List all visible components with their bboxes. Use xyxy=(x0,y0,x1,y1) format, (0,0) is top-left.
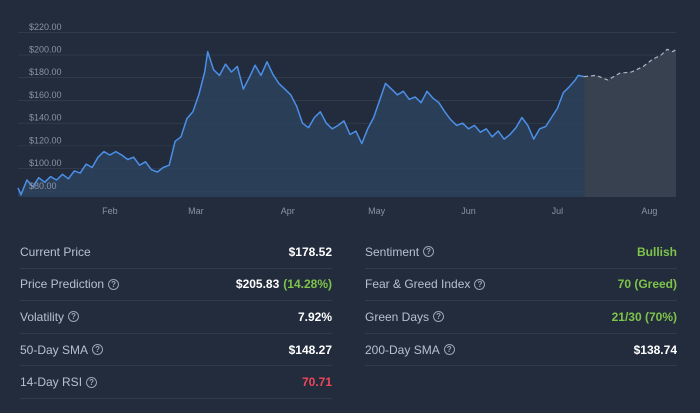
y-tick-label: $120.00 xyxy=(29,135,62,145)
help-circle-icon[interactable]: ? xyxy=(92,344,104,356)
stat-row: 200-Day SMA? $138.74 xyxy=(365,334,677,367)
stat-row: 14-Day RSI? 70.71 xyxy=(20,366,332,399)
x-tick-label: Aug xyxy=(641,206,657,216)
x-tick-label: Feb xyxy=(102,206,118,216)
stat-value-text: 21/30 (70%) xyxy=(611,309,677,324)
stats-column-left: Current Price $178.52 Price Prediction? $20… xyxy=(20,236,332,399)
stat-row: Green Days? 21/30 (70%) xyxy=(365,301,677,334)
stat-row: Sentiment? Bullish xyxy=(365,236,677,269)
stat-value-percent: (14.28%) xyxy=(283,277,332,292)
stat-row: Volatility? 7.92% xyxy=(20,301,332,334)
help-circle-icon[interactable]: ? xyxy=(443,344,455,356)
stat-label-text: Sentiment xyxy=(365,244,420,259)
y-tick-label: $220.00 xyxy=(29,22,62,32)
stat-label-text: Green Days xyxy=(365,309,430,324)
help-circle-icon[interactable]: ? xyxy=(433,311,445,323)
stat-label-text: Volatility xyxy=(20,309,65,324)
stat-value-text: Bullish xyxy=(636,244,677,259)
stat-value-text: 70.71 xyxy=(301,375,332,390)
price-area xyxy=(18,51,585,197)
stat-label: 200-Day SMA? xyxy=(365,343,455,357)
stat-row: Current Price $178.52 xyxy=(20,236,332,269)
forecast-area xyxy=(584,49,676,197)
stat-label-text: Fear & Greed Index xyxy=(365,277,471,292)
stat-value-text: $148.27 xyxy=(288,342,332,357)
x-axis-ticks: Feb Mar Apr May Jun Jul Aug xyxy=(102,206,657,216)
stat-value: $138.74 xyxy=(634,343,677,357)
stat-label-text: Price Prediction xyxy=(20,277,105,292)
stat-label-text: Current Price xyxy=(20,244,91,259)
stat-label: Price Prediction? xyxy=(20,277,120,292)
stat-value: $205.83 (14.28%) xyxy=(236,277,332,291)
y-tick-label: $160.00 xyxy=(29,90,62,100)
x-tick-label: May xyxy=(368,206,386,216)
stat-row: Price Prediction? $205.83 (14.28%) xyxy=(20,269,332,302)
x-tick-label: Apr xyxy=(281,206,295,216)
stat-value: 70.71 xyxy=(302,375,332,389)
y-tick-label: $200.00 xyxy=(29,44,62,54)
stat-value: 70 (Greed) xyxy=(618,277,677,291)
y-tick-label: $180.00 xyxy=(29,67,62,77)
stat-value-text: 7.92% xyxy=(297,309,332,324)
help-circle-icon[interactable]: ? xyxy=(108,278,120,290)
stat-label: Green Days? xyxy=(365,309,445,324)
y-axis-ticks: $80.00 $100.00 $120.00 $140.00 $160.00 $180.0… xyxy=(29,22,62,191)
stat-label: Fear & Greed Index? xyxy=(365,277,486,292)
y-tick-label: $140.00 xyxy=(29,113,62,123)
stat-label-text: 200-Day SMA xyxy=(365,342,440,357)
stats-column-right: Sentiment? Bullish Fear & Greed Index? 70 (… xyxy=(365,236,677,367)
y-tick-label: $100.00 xyxy=(29,158,62,168)
x-tick-label: Mar xyxy=(188,206,204,216)
x-tick-label: Jul xyxy=(552,206,564,216)
y-tick-label: $80.00 xyxy=(29,181,57,191)
stat-label: 14-Day RSI? xyxy=(20,375,98,390)
help-circle-icon[interactable]: ? xyxy=(474,278,486,290)
stat-value: Bullish xyxy=(637,245,677,259)
help-circle-icon[interactable]: ? xyxy=(423,246,435,258)
x-tick-label: Jun xyxy=(461,206,476,216)
stat-label: 50-Day SMA? xyxy=(20,342,104,357)
stat-value-text: 70 (Greed) xyxy=(617,277,677,292)
stat-value-text: $138.74 xyxy=(633,342,677,357)
help-circle-icon[interactable]: ? xyxy=(68,311,80,323)
stat-value: 21/30 (70%) xyxy=(612,310,677,324)
stat-value-text: $178.52 xyxy=(288,244,332,259)
stat-label: Sentiment? xyxy=(365,244,435,259)
stat-label: Volatility? xyxy=(20,309,80,324)
stat-row: Fear & Greed Index? 70 (Greed) xyxy=(365,269,677,302)
help-circle-icon[interactable]: ? xyxy=(86,376,98,388)
stat-value: $148.27 xyxy=(289,343,332,357)
stat-value-text: $205.83 xyxy=(235,277,280,292)
stat-label: Current Price xyxy=(20,245,91,259)
stat-label-text: 50-Day SMA xyxy=(20,342,89,357)
stat-value: $178.52 xyxy=(289,245,332,259)
stat-row: 50-Day SMA? $148.27 xyxy=(20,334,332,367)
stat-value: 7.92% xyxy=(298,310,332,324)
stat-label-text: 14-Day RSI xyxy=(20,375,83,390)
price-chart[interactable]: $80.00 $100.00 $120.00 $140.00 $160.00 $180.0… xyxy=(0,0,700,222)
